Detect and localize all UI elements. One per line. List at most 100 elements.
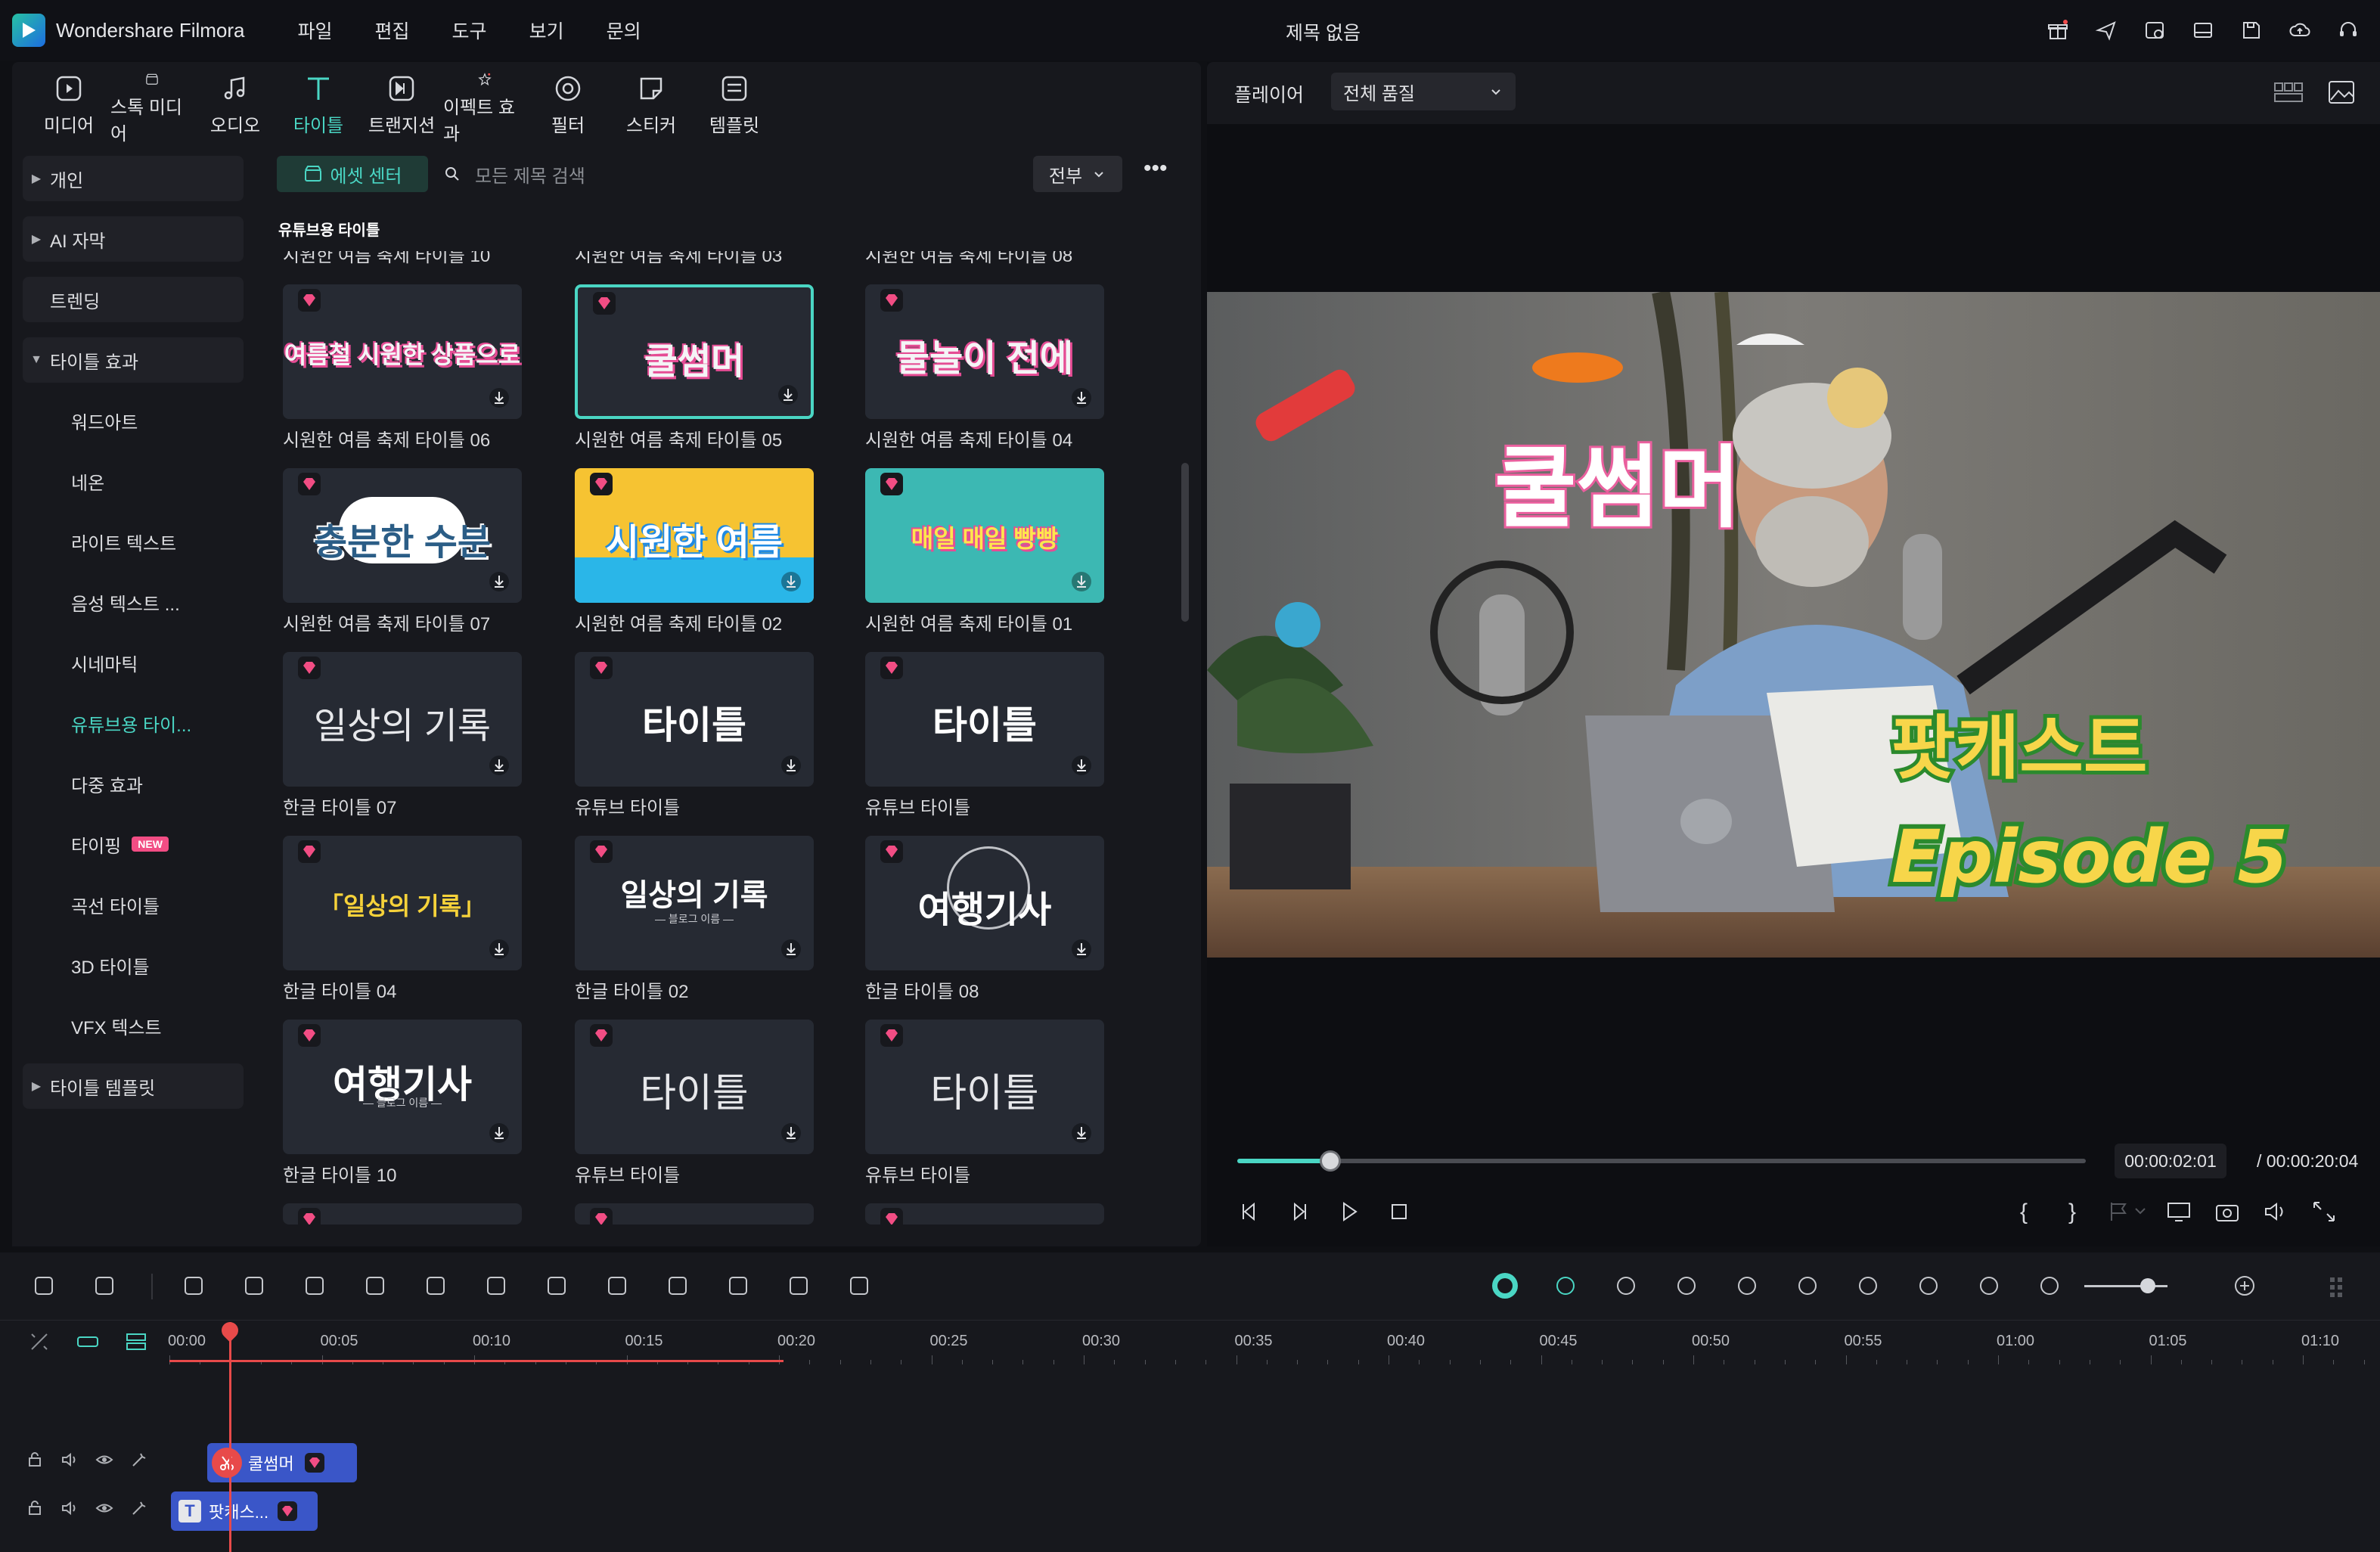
download-icon[interactable] bbox=[780, 1122, 802, 1144]
menu-file[interactable]: 파일 bbox=[298, 17, 333, 44]
prev-frame-icon[interactable] bbox=[1237, 1200, 1268, 1224]
mark-in-icon[interactable]: { bbox=[2009, 1200, 2039, 1225]
tab-audio[interactable]: 오디오 bbox=[194, 62, 277, 145]
title-card[interactable]: 여행기사 — 블로그 이름 — bbox=[283, 1020, 522, 1154]
download-icon[interactable] bbox=[489, 571, 510, 592]
sticker-tool-icon[interactable] bbox=[782, 1269, 815, 1302]
tab-template[interactable]: 템플릿 bbox=[693, 62, 776, 145]
title-card[interactable]: 충분한 수분 bbox=[283, 468, 522, 603]
music-list-icon[interactable] bbox=[1851, 1269, 1885, 1302]
audio-edit-icon[interactable] bbox=[419, 1269, 452, 1302]
image-icon[interactable] bbox=[2326, 79, 2357, 106]
mute-icon[interactable] bbox=[61, 1499, 79, 1517]
title-card[interactable]: 쿨썸머 bbox=[575, 284, 814, 419]
ai-assistant-icon[interactable] bbox=[1488, 1269, 1522, 1302]
filter-dropdown[interactable]: 전부 bbox=[1033, 156, 1122, 192]
cloud-upload-icon[interactable] bbox=[2283, 14, 2316, 47]
color-icon[interactable] bbox=[661, 1269, 694, 1302]
sidebar-item-14[interactable]: VFX 텍스트 bbox=[23, 1003, 244, 1048]
marker-icon[interactable] bbox=[2105, 1200, 2148, 1225]
redo-icon[interactable] bbox=[237, 1269, 271, 1302]
title-card[interactable]: 타이틀 bbox=[865, 652, 1104, 787]
lock-icon[interactable] bbox=[26, 1499, 44, 1517]
visibility-icon[interactable] bbox=[95, 1451, 113, 1469]
sidebar-item-9[interactable]: 유튜브용 타이... bbox=[23, 700, 244, 746]
lock-icon[interactable] bbox=[26, 1451, 44, 1469]
split-icon[interactable] bbox=[358, 1269, 392, 1302]
layout-icon[interactable] bbox=[2186, 14, 2220, 47]
download-icon[interactable] bbox=[777, 384, 799, 405]
progress-knob[interactable] bbox=[1320, 1150, 1342, 1172]
title-card-partial[interactable] bbox=[283, 1203, 522, 1225]
sidebar-item-8[interactable]: 시네마틱 bbox=[23, 640, 244, 685]
sidebar-item-0[interactable]: ▶ 개인 bbox=[23, 156, 244, 201]
playback-progress[interactable] bbox=[1237, 1150, 2086, 1172]
sidebar-item-5[interactable]: 네온 bbox=[23, 458, 244, 504]
magic-icon[interactable] bbox=[130, 1499, 148, 1517]
title-card-partial[interactable] bbox=[865, 1203, 1104, 1225]
sidebar-item-15[interactable]: ▶ 타이틀 템플릿 bbox=[23, 1063, 244, 1109]
sidebar-item-10[interactable]: 다중 효과 bbox=[23, 761, 244, 806]
text-icon[interactable] bbox=[479, 1269, 513, 1302]
download-icon[interactable] bbox=[489, 1122, 510, 1144]
play-icon[interactable] bbox=[1337, 1200, 1367, 1224]
sidebar-item-1[interactable]: ▶ AI 자막 bbox=[23, 216, 244, 262]
mark-out-icon[interactable]: } bbox=[2057, 1200, 2087, 1225]
download-icon[interactable] bbox=[489, 939, 510, 960]
gift-icon[interactable] bbox=[2041, 14, 2074, 47]
download-icon[interactable] bbox=[489, 755, 510, 776]
download-icon[interactable] bbox=[489, 387, 510, 408]
title-card[interactable]: 매일 매일 빵빵 bbox=[865, 468, 1104, 603]
grid-view-icon[interactable] bbox=[2273, 79, 2304, 106]
zoom-slider[interactable] bbox=[2084, 1278, 2167, 1293]
send-icon[interactable] bbox=[2090, 14, 2123, 47]
menu-view[interactable]: 보기 bbox=[529, 17, 564, 44]
shield-icon[interactable] bbox=[1730, 1269, 1764, 1302]
tab-stock[interactable]: 스톡 미디어 bbox=[110, 62, 194, 145]
visibility-icon[interactable] bbox=[95, 1499, 113, 1517]
fit-icon[interactable] bbox=[1972, 1269, 2006, 1302]
camera-add-icon[interactable] bbox=[1609, 1269, 1643, 1302]
download-icon[interactable] bbox=[780, 939, 802, 960]
sidebar-item-11[interactable]: 타이핑 NEW bbox=[23, 821, 244, 867]
sidebar-item-12[interactable]: 곡선 타이틀 bbox=[23, 882, 244, 927]
menu-tools[interactable]: 도구 bbox=[452, 17, 487, 44]
task-icon[interactable] bbox=[2138, 14, 2171, 47]
select-icon[interactable] bbox=[88, 1269, 121, 1302]
volume-icon[interactable] bbox=[2263, 1200, 2293, 1225]
save-icon[interactable] bbox=[2235, 14, 2268, 47]
asset-center-button[interactable]: 에셋 센터 bbox=[277, 156, 428, 192]
tab-sticker[interactable]: 스티커 bbox=[610, 62, 693, 145]
menu-help[interactable]: 문의 bbox=[607, 17, 641, 44]
download-icon[interactable] bbox=[780, 571, 802, 592]
title-card[interactable]: 타이틀 bbox=[575, 652, 814, 787]
search-input[interactable]: 모든 제목 검색 bbox=[443, 156, 585, 192]
playhead[interactable] bbox=[218, 1318, 242, 1552]
support-icon[interactable] bbox=[2332, 14, 2365, 47]
title-card[interactable]: 일상의 기록 bbox=[283, 652, 522, 787]
tab-title[interactable]: 타이틀 bbox=[277, 62, 360, 145]
sidebar-item-2[interactable]: 트렌딩 bbox=[23, 277, 244, 322]
display-icon[interactable] bbox=[2166, 1200, 2196, 1225]
link-icon[interactable] bbox=[76, 1330, 106, 1354]
sidebar-item-3[interactable]: ▼ 타이틀 효과 bbox=[23, 337, 244, 383]
timeline-settings-icon[interactable] bbox=[2322, 1269, 2355, 1302]
tab-media[interactable]: 미디어 bbox=[27, 62, 110, 145]
speed-icon[interactable] bbox=[1549, 1269, 1582, 1302]
timeline-ruler[interactable]: 00:00 00:05 00:10 00:15 00:20 00:25 00:30 00:35… bbox=[168, 1322, 2380, 1375]
download-icon[interactable] bbox=[1071, 571, 1092, 592]
title-card[interactable]: 일상의 기록 — 블로그 이름 — bbox=[575, 836, 814, 970]
replace-icon[interactable] bbox=[1912, 1269, 1945, 1302]
title-card-partial[interactable] bbox=[575, 1203, 814, 1225]
layout-grid-icon[interactable] bbox=[27, 1269, 61, 1302]
fullscreen-icon[interactable] bbox=[2311, 1200, 2341, 1225]
delete-icon[interactable] bbox=[298, 1269, 331, 1302]
download-icon[interactable] bbox=[1071, 387, 1092, 408]
translate-icon[interactable] bbox=[842, 1269, 876, 1302]
title-card[interactable]: 「일상의 기록」 bbox=[283, 836, 522, 970]
ai-icon[interactable] bbox=[721, 1269, 755, 1302]
tab-transition[interactable]: 트랜지션 bbox=[360, 62, 443, 145]
sidebar-item-7[interactable]: 음성 텍스트 ... bbox=[23, 579, 244, 625]
title-card[interactable]: 타이틀 bbox=[865, 1020, 1104, 1154]
unlink-icon[interactable] bbox=[27, 1330, 57, 1354]
